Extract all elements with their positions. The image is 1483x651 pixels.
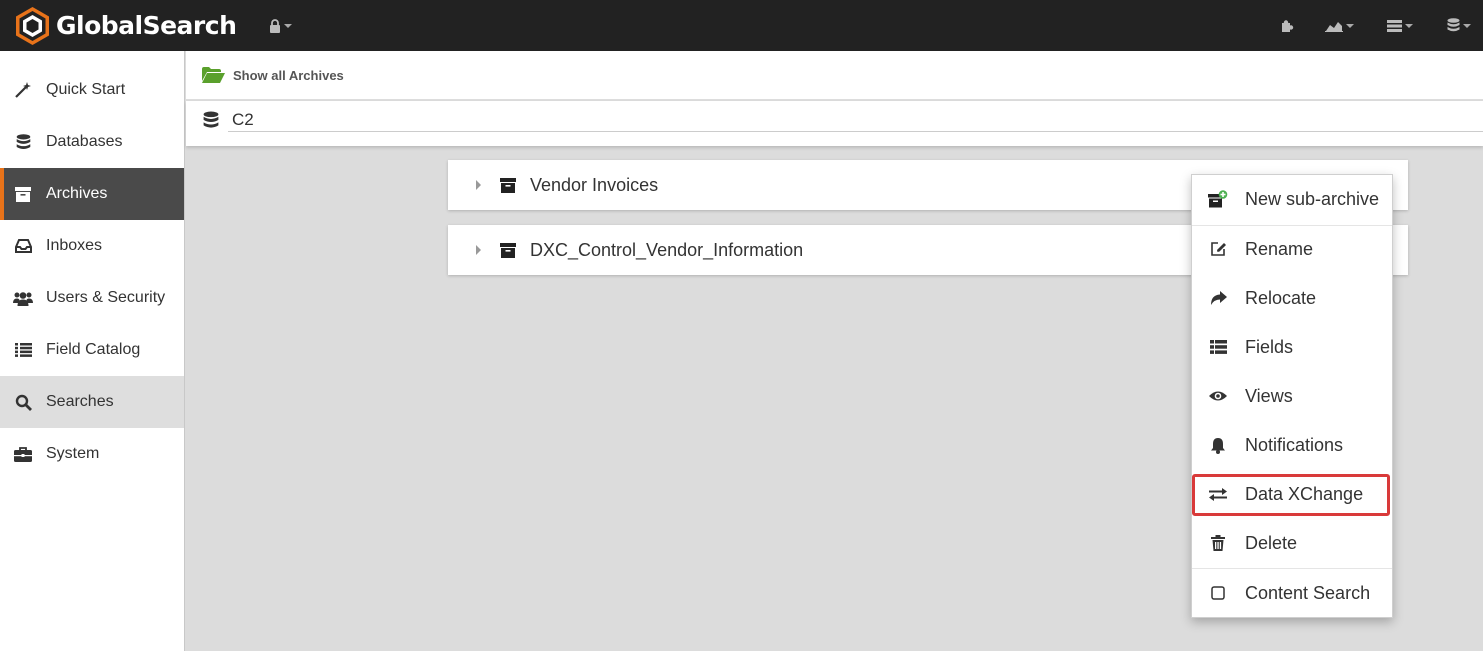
archives-header: Show all Archives	[186, 51, 1483, 100]
sidebar-item-archives[interactable]: Archives	[0, 168, 184, 220]
expand-caret-icon[interactable]	[476, 180, 481, 190]
briefcase-icon	[12, 445, 34, 463]
menu-item-label: Delete	[1245, 532, 1298, 553]
menu-item-fields[interactable]: Fields	[1192, 325, 1392, 369]
database-icon	[12, 133, 34, 151]
archive-icon	[12, 185, 34, 203]
sidebar-item-label: Users & Security	[46, 289, 166, 306]
list-icon	[1387, 19, 1402, 32]
sidebar-item-users-security[interactable]: Users & Security	[0, 272, 184, 324]
expand-caret-icon[interactable]	[476, 245, 481, 255]
menu-item-label: Data XChange	[1245, 483, 1364, 504]
chevron-down-icon	[1463, 23, 1471, 28]
chevron-down-icon	[1346, 23, 1354, 28]
share-arrow-icon	[1208, 290, 1228, 306]
sidebar-item-searches[interactable]: Searches	[0, 376, 184, 428]
archive-icon	[500, 242, 516, 258]
sidebar-item-field-catalog[interactable]: Field Catalog	[0, 324, 184, 376]
lock-dropdown[interactable]	[269, 18, 293, 33]
list-icon	[1208, 340, 1228, 354]
sidebar-item-inboxes[interactable]: Inboxes	[0, 220, 184, 272]
puzzle-icon	[1282, 19, 1294, 32]
users-icon	[12, 289, 34, 307]
archive-context-menu: New sub-archive Rename Relocate Fields V…	[1191, 174, 1393, 618]
plugins-button[interactable]	[1281, 19, 1295, 33]
new-archive-icon	[1208, 190, 1228, 208]
database-bar: C2	[186, 101, 1483, 146]
archive-name: Vendor Invoices	[530, 174, 659, 195]
menu-item-data-xchange[interactable]: Data XChange	[1192, 472, 1392, 516]
archive-name: DXC_Control_Vendor_Information	[530, 239, 804, 260]
bell-icon	[1208, 437, 1228, 454]
exchange-icon	[1208, 487, 1228, 501]
sidebar-item-databases[interactable]: Databases	[0, 116, 184, 168]
globalsearch-logo-icon	[16, 6, 49, 45]
menu-item-label: New sub-archive	[1245, 188, 1380, 209]
brand[interactable]: GlobalSearch	[14, 0, 237, 51]
sidebar: Quick Start Databases Archives Inboxes U…	[0, 51, 185, 651]
menu-item-delete[interactable]: Delete	[1192, 521, 1392, 565]
database-icon	[1447, 18, 1460, 32]
app-title: GlobalSearch	[56, 11, 237, 40]
menu-item-label: Content Search	[1245, 582, 1371, 603]
magic-wand-icon	[12, 81, 34, 99]
menu-item-rename[interactable]: Rename	[1192, 227, 1392, 271]
sidebar-item-label: Quick Start	[46, 81, 126, 98]
chart-icon	[1325, 22, 1343, 32]
inbox-icon	[12, 237, 34, 255]
show-all-archives-label: Show all Archives	[233, 67, 344, 83]
menu-item-label: Views	[1245, 385, 1293, 406]
show-all-archives-link[interactable]: Show all Archives	[202, 67, 344, 83]
search-icon	[12, 393, 34, 411]
menu-item-label: Relocate	[1245, 287, 1317, 308]
divider	[1192, 225, 1392, 226]
menu-item-label: Notifications	[1245, 434, 1344, 455]
topbar-right-tools	[1281, 0, 1483, 51]
sidebar-item-system[interactable]: System	[0, 428, 184, 480]
menu-item-label: Fields	[1245, 336, 1294, 357]
database-icon	[203, 111, 219, 128]
menu-item-label: Rename	[1245, 238, 1314, 259]
sidebar-item-label: Databases	[46, 133, 123, 150]
chevron-down-icon	[1405, 23, 1413, 28]
menu-item-relocate[interactable]: Relocate	[1192, 276, 1392, 320]
database-name: C2	[232, 110, 254, 129]
menu-item-views[interactable]: Views	[1192, 374, 1392, 418]
menu-item-new-sub-archive[interactable]: New sub-archive	[1192, 177, 1392, 221]
archive-icon	[500, 177, 516, 193]
chevron-down-icon	[284, 23, 293, 28]
list-dropdown[interactable]	[1387, 19, 1413, 32]
sidebar-item-quick-start[interactable]: Quick Start	[0, 64, 184, 116]
trash-icon	[1208, 535, 1228, 551]
reports-dropdown[interactable]	[1325, 19, 1354, 32]
database-dropdown[interactable]	[1447, 18, 1471, 33]
sidebar-item-label: Archives	[46, 185, 108, 202]
sidebar-item-label: Field Catalog	[46, 341, 141, 358]
sidebar-item-label: System	[46, 445, 100, 462]
divider	[228, 131, 1483, 132]
top-navbar: GlobalSearch	[0, 0, 1483, 51]
divider	[1192, 568, 1392, 569]
list-icon	[12, 341, 34, 359]
sidebar-item-label: Searches	[46, 393, 114, 410]
menu-item-content-search[interactable]: Content Search	[1192, 571, 1392, 615]
checkbox-icon	[1208, 586, 1228, 600]
edit-icon	[1208, 241, 1228, 257]
menu-item-notifications[interactable]: Notifications	[1192, 423, 1392, 467]
folder-open-icon	[202, 67, 225, 83]
lock-icon	[270, 18, 281, 33]
sidebar-item-label: Inboxes	[46, 237, 103, 254]
eye-icon	[1208, 390, 1228, 402]
